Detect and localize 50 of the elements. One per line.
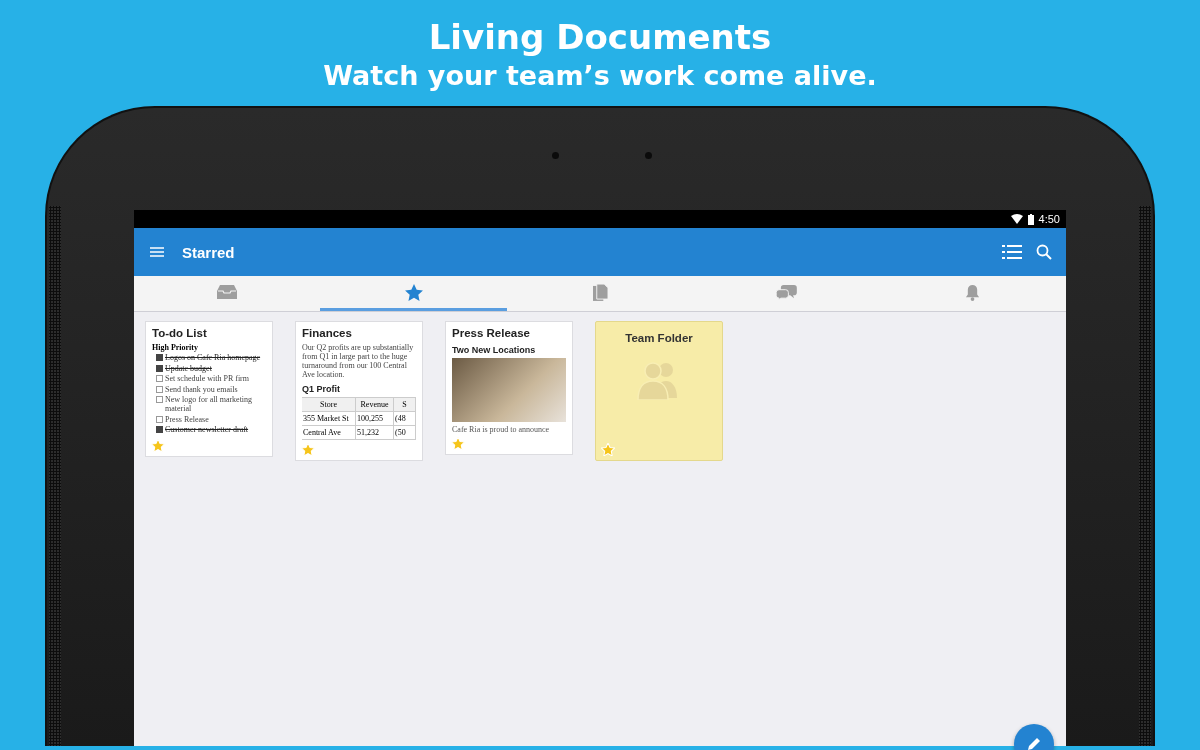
task-text: Set schedule with PR firm bbox=[165, 374, 249, 383]
folder-title: Team Folder bbox=[625, 332, 693, 344]
table-cell: 100,255 bbox=[356, 412, 394, 426]
section-heading: Two New Locations bbox=[452, 345, 537, 355]
tagline: Watch your team’s work come alive. bbox=[322, 59, 878, 93]
section-heading: Q1 Profit bbox=[302, 384, 341, 394]
task-text: Send thank you emails bbox=[165, 384, 238, 394]
bell-icon bbox=[965, 283, 981, 301]
list-heading: High Priority bbox=[152, 343, 199, 352]
pencil-icon bbox=[1027, 737, 1041, 750]
task-text: Press Release bbox=[165, 414, 209, 424]
document-title: Finances bbox=[302, 327, 353, 340]
table-cell: 355 Market St bbox=[302, 412, 356, 426]
table-cell: 51,232 bbox=[356, 426, 394, 440]
column-header: Revenue bbox=[356, 398, 394, 412]
star-icon bbox=[404, 283, 423, 301]
document-text: Cafe Ria is proud to announce bbox=[452, 425, 551, 434]
checkbox[interactable] bbox=[156, 354, 163, 361]
camera-icon bbox=[552, 152, 559, 159]
wifi-icon bbox=[1010, 214, 1023, 224]
checkbox[interactable] bbox=[156, 415, 163, 423]
document-card[interactable]: Finances Our Q2 profits are up substantially from Q1 in large part to the huge turnaround from our 100 Central Ave location. Q1 Profit Store Revenue S 355 Market St 100,255 (48 Central Ave 51,232 (50 bbox=[295, 321, 423, 461]
table-cell: Central Ave bbox=[302, 426, 356, 440]
column-header: S bbox=[394, 398, 416, 412]
document-title: To-do List bbox=[152, 327, 208, 340]
task-text: Update budget bbox=[165, 363, 212, 373]
checkbox[interactable] bbox=[156, 364, 163, 372]
folder-card[interactable]: Team Folder bbox=[595, 321, 723, 461]
document-card[interactable]: To-do List High Priority Logos on Cafe Ria homepage Update budget Set schedule with PR firm Send thank you emails New logo for all marketing material Press Release Customer newsletter draft bbox=[145, 321, 273, 457]
task-text: Customer newsletter draft bbox=[165, 425, 249, 434]
clock-time: 4:50 bbox=[1038, 213, 1060, 225]
checkbox[interactable] bbox=[156, 385, 163, 393]
document-text: Our Q2 profits are up substantially from Q1 in large part to the huge turnaround from our 100 Central Ave location. bbox=[302, 343, 415, 379]
sensor-icon bbox=[645, 152, 652, 159]
document-title: Press Release bbox=[452, 327, 531, 340]
screen-title: Starred bbox=[182, 243, 235, 261]
document-card[interactable]: Press Release Two New Locations Cafe Ria is proud to announce bbox=[445, 321, 573, 455]
task-text: Logos on Cafe Ria homepage bbox=[165, 353, 261, 362]
tray-icon bbox=[217, 285, 238, 299]
battery-icon bbox=[1027, 213, 1034, 225]
column-header: Store bbox=[302, 398, 356, 412]
checkbox[interactable] bbox=[156, 426, 163, 433]
table-cell: (48 bbox=[394, 412, 416, 426]
documents-icon bbox=[592, 283, 608, 301]
checkbox[interactable] bbox=[156, 375, 163, 382]
table-cell: (50 bbox=[394, 426, 416, 440]
chat-bubbles-icon bbox=[775, 284, 797, 300]
task-text: New logo for all marketing material bbox=[165, 395, 254, 413]
headline: Living Documents bbox=[427, 16, 773, 58]
checkbox[interactable] bbox=[156, 396, 163, 403]
